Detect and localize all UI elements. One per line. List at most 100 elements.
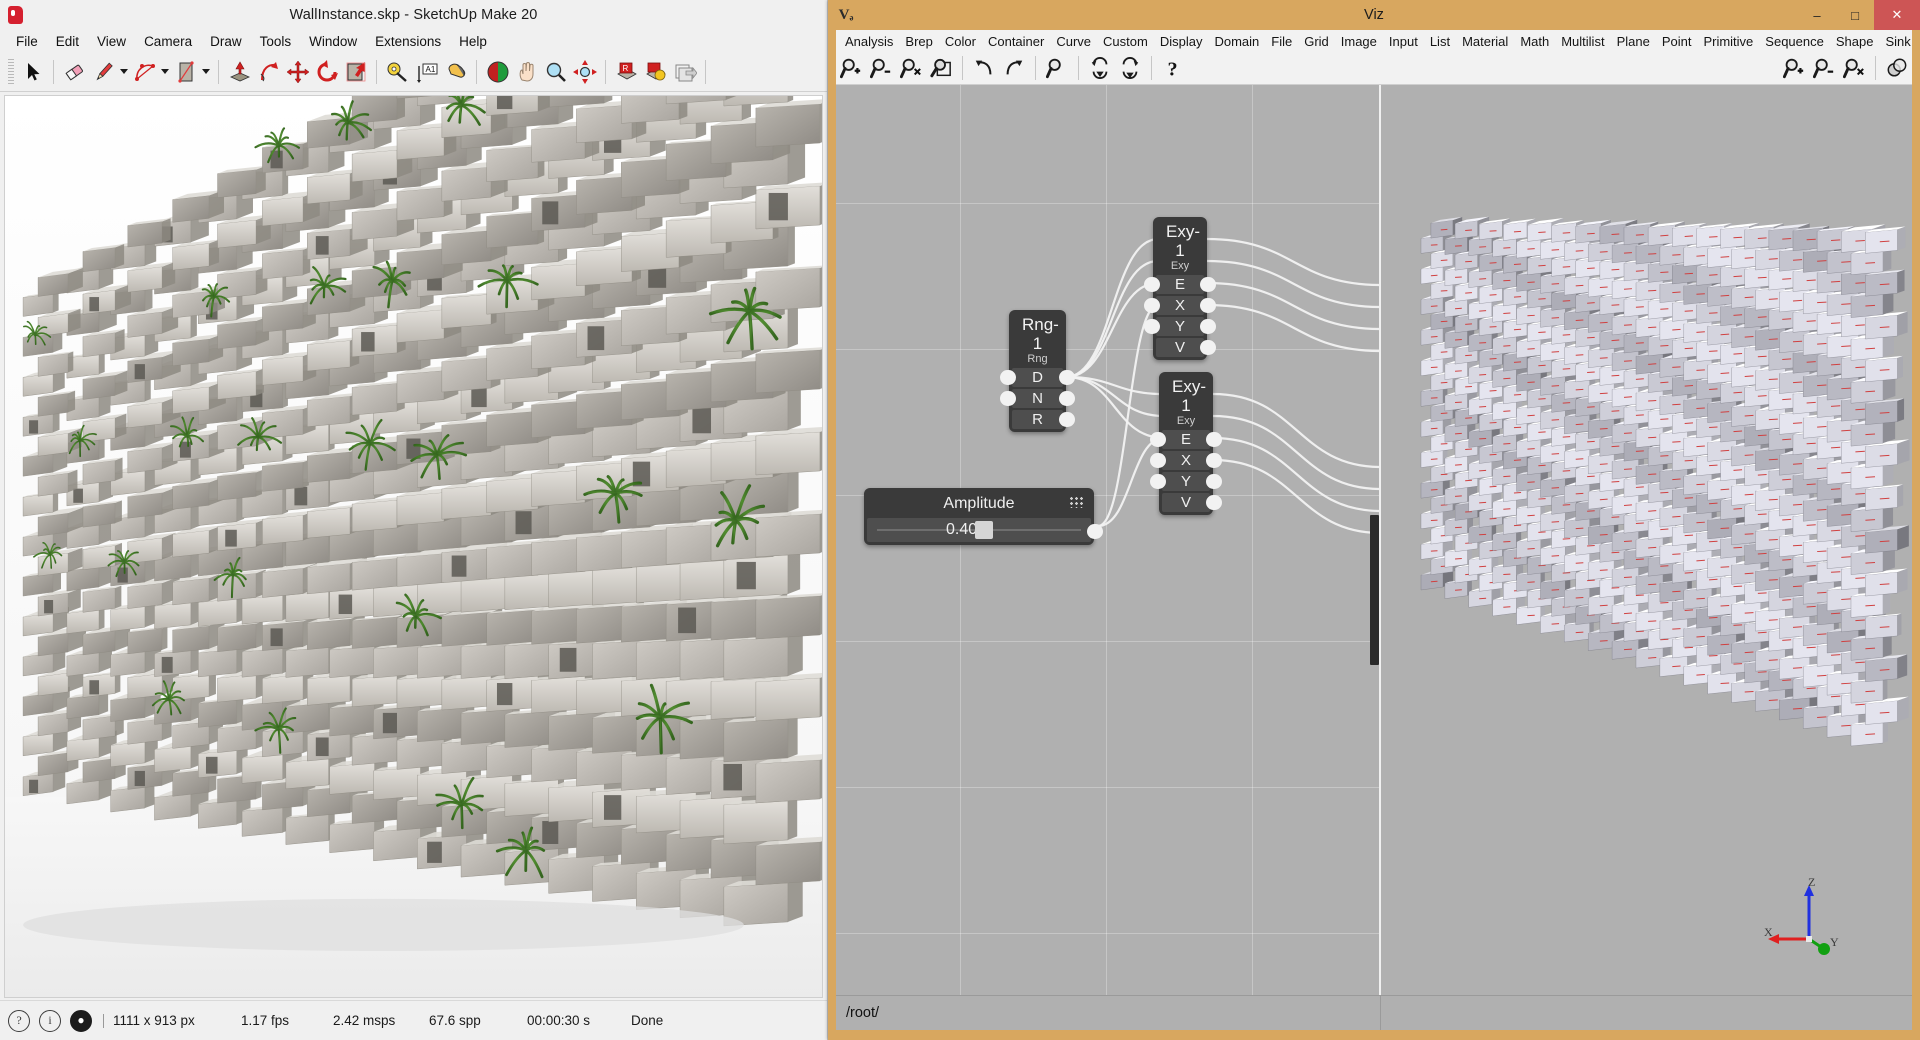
viz-menu-point[interactable]: Point (1656, 33, 1698, 50)
port-output-pin[interactable] (1200, 340, 1216, 355)
maximize-button[interactable]: □ (1836, 0, 1874, 30)
port-output-pin[interactable] (1059, 370, 1075, 385)
node-port-y[interactable]: Y (1162, 472, 1210, 491)
viz-menu-grid[interactable]: Grid (1298, 33, 1335, 50)
render-icon[interactable]: R (613, 58, 640, 86)
sketchup-menu-edit[interactable]: Edit (47, 33, 88, 50)
viz-menu-container[interactable]: Container (982, 33, 1050, 50)
redo-icon[interactable] (999, 54, 1029, 82)
paint-bucket-icon[interactable] (442, 58, 469, 86)
tape-measure-icon[interactable] (384, 58, 411, 86)
port-input-pin[interactable] (1144, 277, 1160, 292)
slider-output-pin[interactable] (1087, 524, 1103, 539)
rotate-icon[interactable] (313, 58, 340, 86)
viz-menu-color[interactable]: Color (939, 33, 982, 50)
node-amplitude-slider[interactable]: Amplitude 0.400 (864, 488, 1094, 545)
node-port-n[interactable]: N (1012, 389, 1063, 408)
zoom-extents-icon[interactable] (571, 58, 598, 86)
refresh-up-icon[interactable] (1115, 54, 1145, 82)
node-exy-1-upper[interactable]: Exy-1 Exy E X Y (1153, 217, 1207, 360)
port-output-pin[interactable] (1206, 474, 1222, 489)
node-port-e[interactable]: E (1162, 430, 1210, 449)
move-icon[interactable] (284, 58, 311, 86)
sketchup-menu-extensions[interactable]: Extensions (366, 33, 450, 50)
node-port-x[interactable]: X (1162, 451, 1210, 470)
view-zoom-in-icon[interactable] (1779, 54, 1809, 82)
viz-menu-analysis[interactable]: Analysis (839, 33, 899, 50)
refresh-down-icon[interactable] (1085, 54, 1115, 82)
viz-menu-primitive[interactable]: Primitive (1697, 33, 1759, 50)
followme-icon[interactable] (255, 58, 282, 86)
node-port-v[interactable]: V (1156, 338, 1204, 357)
minimize-button[interactable]: – (1798, 0, 1836, 30)
help-circle-icon[interactable]: ? (8, 1010, 30, 1032)
port-output-pin[interactable] (1206, 432, 1222, 447)
node-port-v[interactable]: V (1162, 493, 1210, 512)
close-button[interactable]: ✕ (1874, 0, 1920, 30)
port-input-pin[interactable] (1150, 474, 1166, 489)
port-output-pin[interactable] (1206, 495, 1222, 510)
shading-mode-icon[interactable] (1882, 54, 1912, 82)
sketchup-menu-file[interactable]: File (7, 33, 47, 50)
viz-menu-domain[interactable]: Domain (1208, 33, 1265, 50)
arc-icon[interactable] (131, 58, 158, 86)
port-output-pin[interactable] (1200, 319, 1216, 334)
port-input-pin[interactable] (1000, 370, 1016, 385)
port-input-pin[interactable] (1150, 453, 1166, 468)
node-port-y[interactable]: Y (1156, 317, 1204, 336)
slider-track[interactable]: 0.400 (867, 518, 1091, 542)
zoom-region-icon[interactable] (926, 54, 956, 82)
port-output-pin[interactable] (1200, 277, 1216, 292)
node-exy-1-lower[interactable]: Exy-1 Exy E X Y (1159, 372, 1213, 515)
view-zoom-reset-icon[interactable] (1839, 54, 1869, 82)
node-port-e[interactable]: E (1156, 275, 1204, 294)
view-zoom-out-icon[interactable] (1809, 54, 1839, 82)
rectangle-icon[interactable] (172, 58, 199, 86)
port-input-pin[interactable] (1144, 319, 1160, 334)
port-input-pin[interactable] (1144, 298, 1160, 313)
node-port-x[interactable]: X (1156, 296, 1204, 315)
node-graph-editor[interactable]: Rng-1 Rng D N R (836, 85, 1379, 995)
viz-menu-math[interactable]: Math (1514, 33, 1555, 50)
drag-grip-icon[interactable] (1069, 496, 1085, 508)
info-circle-icon[interactable]: i (39, 1010, 61, 1032)
slider-handle[interactable] (975, 521, 993, 539)
viz-menu-shape[interactable]: Shape (1830, 33, 1880, 50)
render-settings-icon[interactable] (642, 58, 669, 86)
viz-menu-image[interactable]: Image (1335, 33, 1383, 50)
pushpull-icon[interactable] (226, 58, 253, 86)
node-rng-1[interactable]: Rng-1 Rng D N R (1009, 310, 1066, 432)
viz-menu-custom[interactable]: Custom (1097, 33, 1154, 50)
sketchup-render-viewport[interactable] (4, 95, 823, 998)
port-output-pin[interactable] (1059, 391, 1075, 406)
viz-3d-viewport[interactable]: Z X Y (1381, 85, 1912, 995)
viz-menu-list[interactable]: List (1424, 33, 1456, 50)
viz-menu-multilist[interactable]: Multilist (1555, 33, 1610, 50)
sketchup-menu-tools[interactable]: Tools (251, 33, 301, 50)
orbit-icon[interactable] (484, 58, 511, 86)
text-label-icon[interactable]: A1 (413, 58, 440, 86)
help-icon[interactable]: ? (1158, 54, 1188, 82)
sketchup-menu-draw[interactable]: Draw (201, 33, 251, 50)
port-input-pin[interactable] (1000, 391, 1016, 406)
sketchup-menu-help[interactable]: Help (450, 33, 496, 50)
viz-menu-plane[interactable]: Plane (1611, 33, 1656, 50)
export-image-icon[interactable] (671, 58, 698, 86)
viz-menu-material[interactable]: Material (1456, 33, 1514, 50)
viz-toolbar-left-group[interactable]: ? (836, 54, 1188, 82)
shape-dropdown-arrow[interactable] (200, 58, 212, 86)
zoom-reset-icon[interactable] (896, 54, 926, 82)
zoom-in-icon[interactable] (836, 54, 866, 82)
graph-vertical-scrollbar[interactable] (1370, 515, 1379, 665)
viz-menu-file[interactable]: File (1265, 33, 1298, 50)
viz-toolbar-right-group[interactable] (1779, 54, 1912, 82)
pan-hand-icon[interactable] (513, 58, 540, 86)
node-port-r[interactable]: R (1012, 410, 1063, 429)
search-icon[interactable] (1042, 54, 1072, 82)
port-output-pin[interactable] (1206, 453, 1222, 468)
toolbar-grip[interactable] (8, 59, 14, 85)
sketchup-toolbar[interactable]: A1 R (0, 52, 827, 92)
port-input-pin[interactable] (1150, 432, 1166, 447)
node-port-d[interactable]: D (1012, 368, 1063, 387)
person-circle-icon[interactable]: ● (70, 1010, 92, 1032)
